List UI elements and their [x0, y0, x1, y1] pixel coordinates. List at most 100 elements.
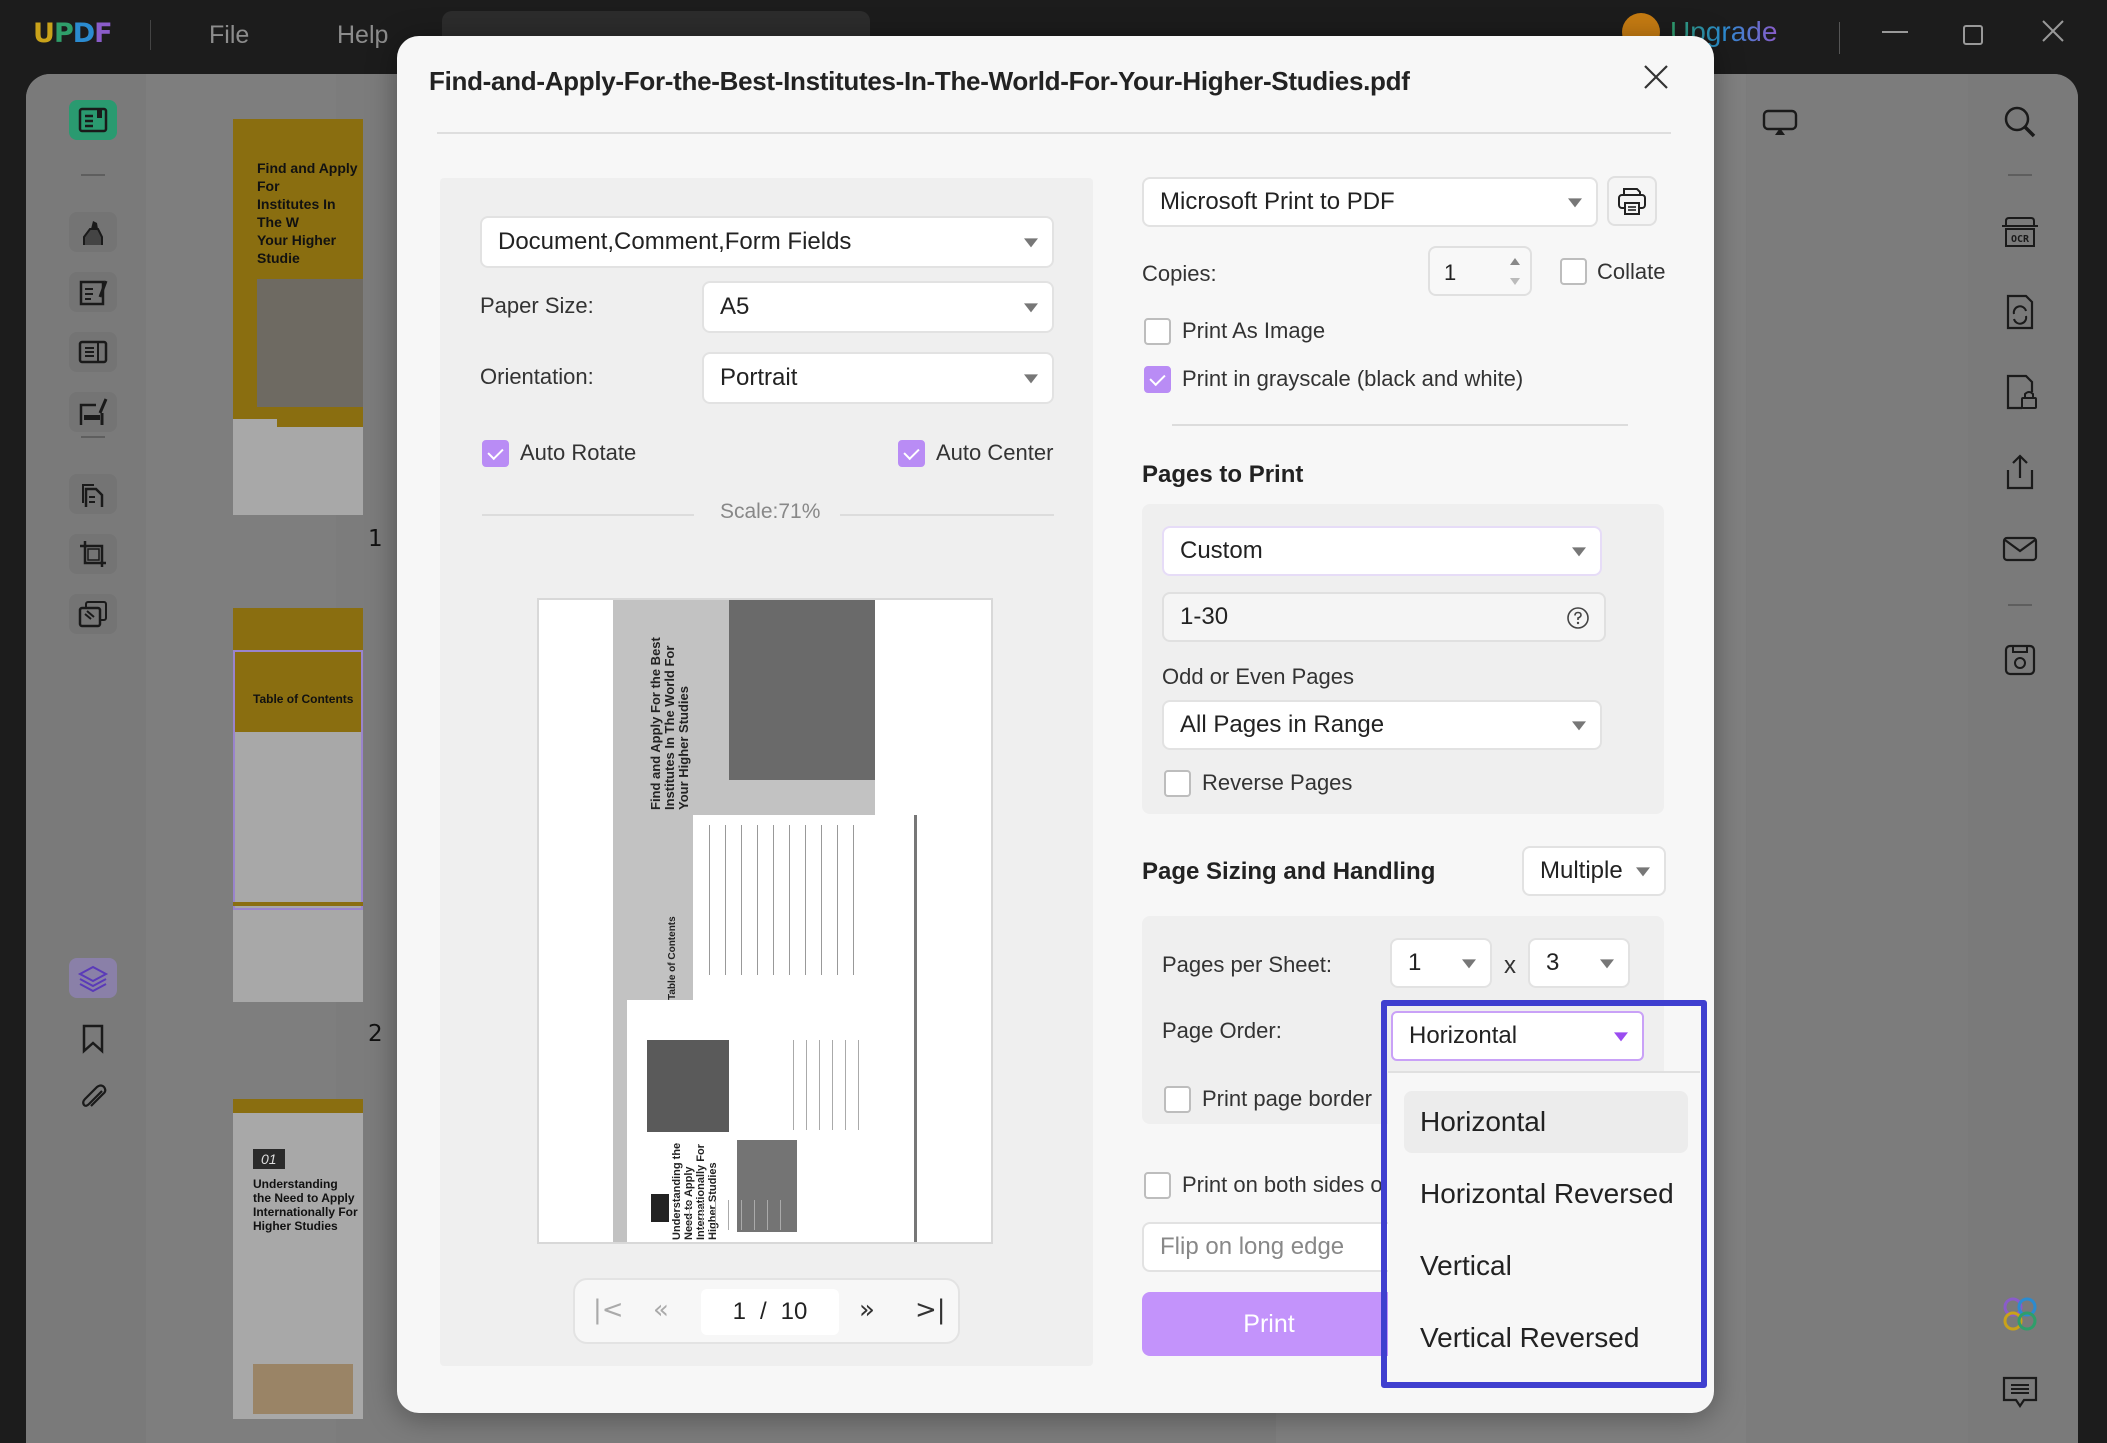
scale-label: Scale:71% — [720, 500, 821, 523]
rail-divider — [2008, 604, 2032, 606]
close-dialog-button[interactable] — [1642, 63, 1670, 91]
convert-icon[interactable] — [2000, 292, 2040, 332]
sizing-mode-select[interactable]: Multiple — [1522, 846, 1666, 896]
print-button[interactable]: Print — [1142, 1292, 1396, 1356]
thumbnail-page-1[interactable]: Find and Apply For Institutes In The W You… — [233, 119, 363, 515]
chevron-down-icon — [1462, 959, 1476, 969]
preview-body-line — [832, 1040, 833, 1130]
print-content-select[interactable]: Document,Comment,Form Fields — [480, 216, 1054, 268]
last-page-button[interactable]: >| — [915, 1295, 946, 1325]
preview-body-line — [780, 1200, 781, 1230]
email-icon[interactable] — [2000, 530, 2040, 570]
both-sides-label: Print on both sides o — [1182, 1172, 1383, 1197]
reader-mode-button[interactable] — [69, 100, 117, 140]
pages-per-sheet-columns-select[interactable]: 1 — [1390, 938, 1492, 988]
title-bar-divider — [1839, 22, 1840, 54]
highlight-tool-button[interactable] — [69, 212, 117, 252]
page-order-option-vertical-reversed[interactable]: Vertical Reversed — [1404, 1307, 1688, 1369]
bookmark-button[interactable] — [69, 1018, 117, 1058]
copies-value[interactable]: 1 — [1444, 260, 1456, 286]
collate-checkbox[interactable] — [1560, 258, 1587, 285]
chevron-down-icon — [1024, 238, 1038, 248]
page-order-option-horizontal-reversed[interactable]: Horizontal Reversed — [1404, 1163, 1688, 1225]
first-page-button[interactable]: |< — [593, 1295, 624, 1325]
page-order-select[interactable]: Horizontal — [1391, 1011, 1644, 1061]
page-order-option-horizontal[interactable]: Horizontal — [1404, 1091, 1688, 1153]
preview-body-line — [728, 1200, 729, 1230]
print-page-border-checkbox[interactable] — [1164, 1086, 1191, 1113]
thumbnail-page-number: 2 — [368, 1021, 383, 1047]
form-icon — [78, 340, 108, 364]
decrement-icon[interactable] — [1510, 278, 1520, 285]
preview-cover-photo — [729, 600, 875, 780]
layers-button[interactable] — [69, 958, 117, 998]
page-range-input[interactable]: 1-30 — [1162, 592, 1606, 642]
page-order-option-vertical[interactable]: Vertical — [1404, 1235, 1688, 1297]
printer-properties-button[interactable] — [1607, 176, 1657, 226]
window-close-icon[interactable] — [2040, 18, 2066, 51]
layers-icon — [77, 965, 109, 993]
auto-rotate-checkbox[interactable] — [482, 440, 509, 467]
preview-toc-line — [725, 825, 726, 975]
menu-help[interactable]: Help — [337, 21, 388, 50]
section-divider — [1172, 424, 1628, 426]
search-icon[interactable] — [2000, 102, 2040, 142]
pages-per-sheet-x: x — [1504, 952, 1516, 979]
save-icon[interactable] — [2000, 640, 2040, 680]
prev-page-button[interactable]: « — [653, 1295, 669, 1325]
comment-icon[interactable] — [2000, 1372, 2040, 1412]
protect-icon[interactable] — [2000, 372, 2040, 412]
highlighter-icon — [83, 221, 103, 245]
pages-per-sheet-rows-select[interactable]: 3 — [1528, 938, 1630, 988]
paper-size-select[interactable]: A5 — [702, 281, 1054, 333]
page-indicator[interactable]: 1 / 10 — [701, 1289, 839, 1335]
both-sides-checkbox[interactable] — [1144, 1172, 1171, 1199]
share-icon[interactable] — [2000, 452, 2040, 492]
preview-body-line — [793, 1040, 794, 1130]
preview-body-line — [754, 1200, 755, 1230]
page-order-options: Horizontal Horizontal Reversed Vertical … — [1388, 1071, 1700, 1381]
pages-to-print-panel: Custom 1-30 Odd or Even Pages All Pages … — [1142, 504, 1664, 814]
reverse-pages-checkbox[interactable] — [1164, 770, 1191, 797]
rail-divider — [81, 174, 105, 176]
chapter-badge: 01 — [253, 1149, 285, 1169]
rail-divider — [81, 436, 105, 438]
grayscale-checkbox[interactable] — [1144, 366, 1171, 393]
preview-toc-line — [821, 825, 822, 975]
ai-assistant-icon[interactable] — [2000, 1294, 2040, 1334]
next-page-button[interactable]: » — [859, 1295, 875, 1325]
minimize-icon[interactable] — [1880, 14, 1910, 51]
odd-even-select[interactable]: All Pages in Range — [1162, 700, 1602, 750]
attachment-button[interactable] — [69, 1078, 117, 1118]
maximize-icon[interactable] — [1962, 20, 1984, 53]
updf-logo: UPDF — [33, 18, 113, 49]
preview-chapter-title: Understanding the Need to Apply Internat… — [671, 1142, 719, 1240]
print-as-image-checkbox[interactable] — [1144, 318, 1171, 345]
print-preview: Find and Apply For the Best Institutes I… — [537, 598, 993, 1244]
page-range-mode-select[interactable]: Custom — [1162, 526, 1602, 576]
preview-toc-line — [789, 825, 790, 975]
orientation-select[interactable]: Portrait — [702, 352, 1054, 404]
ocr-icon[interactable]: OCR — [2000, 212, 2040, 252]
auto-center-checkbox[interactable] — [898, 440, 925, 467]
compress-button[interactable] — [69, 594, 117, 634]
fill-sign-button[interactable] — [69, 392, 117, 432]
thumbnail-page-3[interactable]: 01 Understanding the Need to Apply Interna… — [233, 1099, 363, 1419]
copies-stepper[interactable]: 1 — [1428, 246, 1532, 296]
crop-button[interactable] — [69, 534, 117, 574]
scale-divider — [840, 514, 1054, 516]
chevron-down-icon — [1600, 959, 1614, 969]
help-icon[interactable] — [1566, 606, 1590, 630]
increment-icon[interactable] — [1510, 258, 1520, 265]
form-tool-button[interactable] — [69, 332, 117, 372]
present-icon[interactable] — [1762, 108, 1798, 138]
current-page[interactable]: 1 — [733, 1298, 746, 1326]
thumbnail-page-2[interactable]: Table of Contents — [233, 608, 363, 1002]
title-divider — [437, 132, 1671, 134]
printer-select[interactable]: Microsoft Print to PDF — [1142, 177, 1598, 227]
paper-size-label: Paper Size: — [480, 293, 594, 318]
organize-pages-button[interactable] — [69, 474, 117, 514]
edit-text-button[interactable] — [69, 272, 117, 312]
page-order-label: Page Order: — [1162, 1018, 1282, 1043]
menu-file[interactable]: File — [209, 21, 249, 50]
